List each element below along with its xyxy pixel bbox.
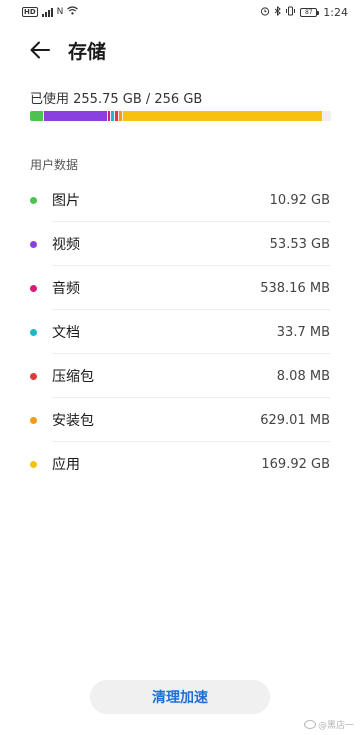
category-label: 应用 — [52, 457, 80, 473]
color-dot-icon — [30, 284, 37, 292]
category-label: 文档 — [52, 325, 80, 341]
hd-icon: HD — [22, 7, 38, 17]
category-size: 53.53 GB — [269, 236, 330, 252]
section-label-user-data: 用户数据 — [30, 158, 79, 172]
category-size: 8.08 MB — [276, 368, 330, 384]
usage-segment — [118, 111, 122, 121]
back-button[interactable] — [20, 30, 60, 70]
status-bar: HD N 87 1:24 — [0, 0, 360, 24]
category-size: 33.7 MB — [276, 324, 330, 340]
category-label: 压缩包 — [52, 369, 94, 385]
header: 存储 — [0, 30, 360, 70]
watermark-text: @黑店一 — [317, 721, 354, 731]
category-size: 538.16 MB — [260, 280, 330, 296]
color-dot-icon — [30, 240, 37, 248]
category-label: 图片 — [52, 193, 80, 209]
page-title: 存储 — [68, 40, 107, 63]
nfc-icon: N — [56, 7, 64, 17]
storage-usage-bar — [30, 111, 331, 121]
bluetooth-icon — [274, 5, 282, 19]
color-dot-icon — [30, 416, 37, 424]
usage-segment — [111, 111, 115, 121]
usage-segment — [107, 111, 111, 121]
storage-usage-text: 已使用 255.75 GB / 256 GB — [30, 92, 203, 107]
color-dot-icon — [30, 460, 37, 468]
color-dot-icon — [30, 196, 37, 204]
signal-icon — [41, 7, 53, 17]
storage-category-row[interactable]: 压缩包 8.08 MB — [0, 354, 360, 398]
usage-segment — [43, 111, 107, 121]
storage-category-row[interactable]: 视频 53.53 GB — [0, 222, 360, 266]
battery-icon: 87 — [300, 7, 320, 17]
status-bar-left: HD N — [22, 6, 79, 18]
color-dot-icon — [30, 372, 37, 380]
category-size: 629.01 MB — [260, 412, 330, 428]
storage-category-list: 图片 10.92 GB 视频 53.53 GB 音频 538.16 MB 文档 33.7 MB… — [0, 178, 360, 486]
vibrate-icon — [285, 6, 296, 19]
alarm-icon — [260, 6, 270, 19]
status-bar-right: 87 1:24 — [260, 5, 348, 19]
storage-category-row[interactable]: 图片 10.92 GB — [0, 178, 360, 222]
watermark: @黑店一 — [303, 718, 354, 731]
usage-segment — [30, 111, 43, 121]
arrow-left-icon — [30, 41, 50, 59]
weibo-logo-icon — [303, 720, 316, 729]
storage-category-row[interactable]: 文档 33.7 MB — [0, 310, 360, 354]
color-dot-icon — [30, 328, 37, 336]
usage-segment — [122, 111, 323, 121]
category-size: 10.92 GB — [269, 192, 330, 208]
usage-segment — [115, 111, 118, 121]
wifi-icon — [67, 6, 79, 18]
category-label: 视频 — [52, 237, 80, 253]
category-label: 音频 — [52, 281, 80, 297]
storage-category-row[interactable]: 应用 169.92 GB — [0, 442, 360, 486]
storage-category-row[interactable]: 音频 538.16 MB — [0, 266, 360, 310]
status-time: 1:24 — [323, 5, 348, 19]
category-label: 安装包 — [52, 413, 94, 429]
storage-category-row[interactable]: 安装包 629.01 MB — [0, 398, 360, 442]
clean-accelerate-button[interactable]: 清理加速 — [90, 680, 270, 714]
category-size: 169.92 GB — [261, 456, 330, 472]
